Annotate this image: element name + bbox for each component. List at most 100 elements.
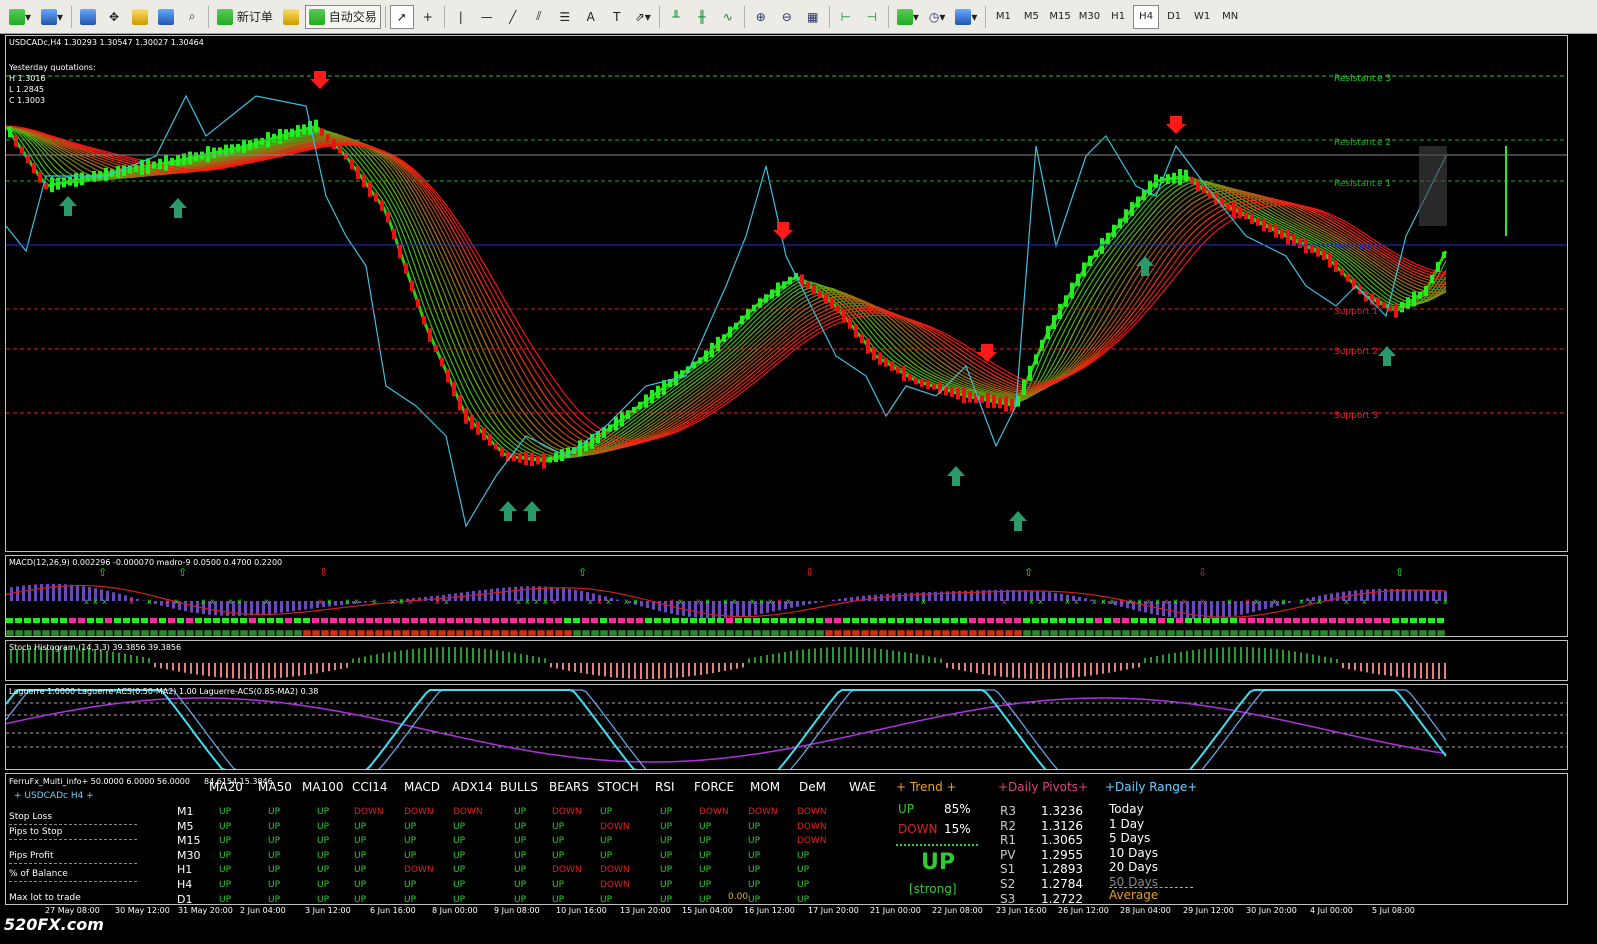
strip-cell (590, 629, 600, 636)
ma-line (6, 125, 1447, 460)
signal-mark: x (1164, 597, 1169, 606)
macd-bar (1372, 589, 1375, 602)
chart-shift-button[interactable]: ⊣ (860, 5, 884, 29)
terminal-button[interactable] (154, 5, 178, 29)
timeframe-h1-button[interactable]: H1 (1105, 5, 1131, 29)
macd-bar (184, 601, 187, 612)
timeframe-mn-button[interactable]: MN (1217, 5, 1243, 29)
signal-cell: UP (219, 894, 232, 905)
toolbar-separator (743, 5, 745, 28)
candle (158, 158, 162, 170)
macd-bar (154, 601, 157, 604)
strip-cell (1418, 629, 1428, 636)
stoch-bar (742, 663, 744, 668)
horizontal-line-button[interactable]: — (475, 5, 499, 29)
favorites-button[interactable] (128, 5, 152, 29)
timeframe-h4-button[interactable]: H4 (1133, 4, 1160, 29)
strip-cell (1310, 629, 1320, 636)
strip-cell (518, 629, 528, 636)
signal-mark: x (777, 597, 782, 606)
candle (980, 395, 984, 403)
market-watch-button[interactable] (76, 5, 100, 29)
signal-mark: x (318, 597, 323, 606)
stoch-bar (442, 647, 444, 663)
timeframe-m1-button[interactable]: M1 (990, 5, 1016, 29)
strip-cell (276, 618, 283, 623)
stoch-bar (652, 663, 654, 679)
candle (50, 177, 54, 193)
stoch-bar (496, 650, 498, 664)
tester-button[interactable]: ⌕ (180, 5, 204, 29)
candle (962, 387, 966, 403)
fibonacci-button[interactable]: ☰ (553, 5, 577, 29)
templates-button[interactable]: ▾ (951, 5, 981, 29)
tile-windows-button[interactable]: ▦ (801, 5, 825, 29)
candle (734, 322, 738, 330)
text-button[interactable]: A (579, 5, 603, 29)
strip-cell (779, 629, 789, 636)
main-chart-panel[interactable]: USDCADc,H4 1.30293 1.30547 1.30027 1.304… (5, 35, 1568, 552)
strip-cell (374, 629, 384, 636)
new-order-button[interactable]: 新订单 (213, 5, 277, 29)
time-label: 16 Jun 12:00 (744, 906, 795, 915)
auto-trade-button[interactable]: 自动交易 (304, 4, 381, 29)
candle (824, 293, 828, 304)
text-label-button[interactable]: T (605, 5, 629, 29)
vertical-line-button[interactable]: | (449, 5, 473, 29)
stoch-bar (1240, 647, 1242, 664)
macd-bar (850, 597, 853, 601)
candle (656, 385, 660, 399)
strip-cell (527, 629, 537, 636)
stoch-bar (544, 658, 546, 664)
line-chart-button[interactable]: ∿ (716, 5, 740, 29)
signal-cell: UP (660, 850, 673, 861)
zoom-out-button[interactable]: ⊖ (775, 5, 799, 29)
indicators-button[interactable]: ▾ (893, 5, 923, 29)
timeframe-m5-button[interactable]: M5 (1018, 5, 1044, 29)
multi-info-panel[interactable]: FerruFx_Multi_info+ 50.0000 6.0000 56.00… (5, 773, 1568, 905)
candle (374, 192, 378, 202)
down-arrow-icon: ⇩ (1198, 566, 1207, 579)
candle (230, 144, 234, 154)
experts-button[interactable] (279, 5, 303, 29)
candle-chart-button[interactable]: ╫ (690, 5, 714, 29)
stoch-bar (694, 663, 696, 676)
channel-button[interactable]: ⫽ (527, 5, 551, 29)
strip-cell (816, 618, 823, 623)
strip-cell (1149, 618, 1156, 623)
trend-title: + Trend + (896, 780, 957, 794)
templates-icon (955, 8, 972, 25)
candle (326, 133, 330, 143)
periods-button[interactable]: ◷ ▾ (925, 5, 950, 29)
candle (1394, 304, 1398, 318)
stoch-bar (448, 647, 450, 664)
profiles-button[interactable]: ▾ (37, 5, 67, 29)
stoch-bar (502, 651, 504, 664)
macd-bar (1336, 592, 1339, 601)
timeframe-m30-button[interactable]: M30 (1076, 5, 1103, 29)
new-chart-button[interactable]: ▾ (5, 5, 35, 29)
crosshair-button[interactable]: + (416, 5, 440, 29)
laguerre-panel[interactable]: Laguerre 1.0000 Laguerre-ACS(0.50-MA2) 1… (5, 684, 1568, 770)
candle (854, 324, 858, 338)
macd-panel[interactable]: xxxxxxxxxxxxxxxxxxxxxxxxxxxxxxxxxxxxxxxx… (5, 555, 1568, 637)
down-arrow-icon: ⇩ (805, 566, 814, 579)
cursor-button[interactable]: ➚ (389, 4, 414, 29)
strip-cell (851, 629, 861, 636)
zoom-in-button[interactable]: ⊕ (749, 5, 773, 29)
strip-cell (429, 618, 436, 623)
bar-chart-button[interactable]: ╨ (664, 5, 688, 29)
stoch-panel[interactable]: Stoch Histogram (14,3,3) 39.3856 39.3856 (5, 640, 1568, 681)
arrows-button[interactable]: ⇗▾ (631, 5, 655, 29)
strip-cell (1059, 618, 1066, 623)
navigator-button[interactable]: ✥ (102, 5, 126, 29)
timeframe-d1-button[interactable]: D1 (1161, 5, 1187, 29)
auto-scroll-button[interactable]: ⊢ (834, 5, 858, 29)
trendline-button[interactable]: ╱ (501, 5, 525, 29)
timeframe-w1-button[interactable]: W1 (1189, 5, 1215, 29)
horizontal-line-icon: — (480, 9, 493, 24)
timeframe-m15-button[interactable]: M15 (1046, 5, 1073, 29)
candle (14, 135, 18, 147)
stoch-bar (1408, 663, 1410, 678)
pivot-value: 1.2955 (1041, 847, 1083, 862)
